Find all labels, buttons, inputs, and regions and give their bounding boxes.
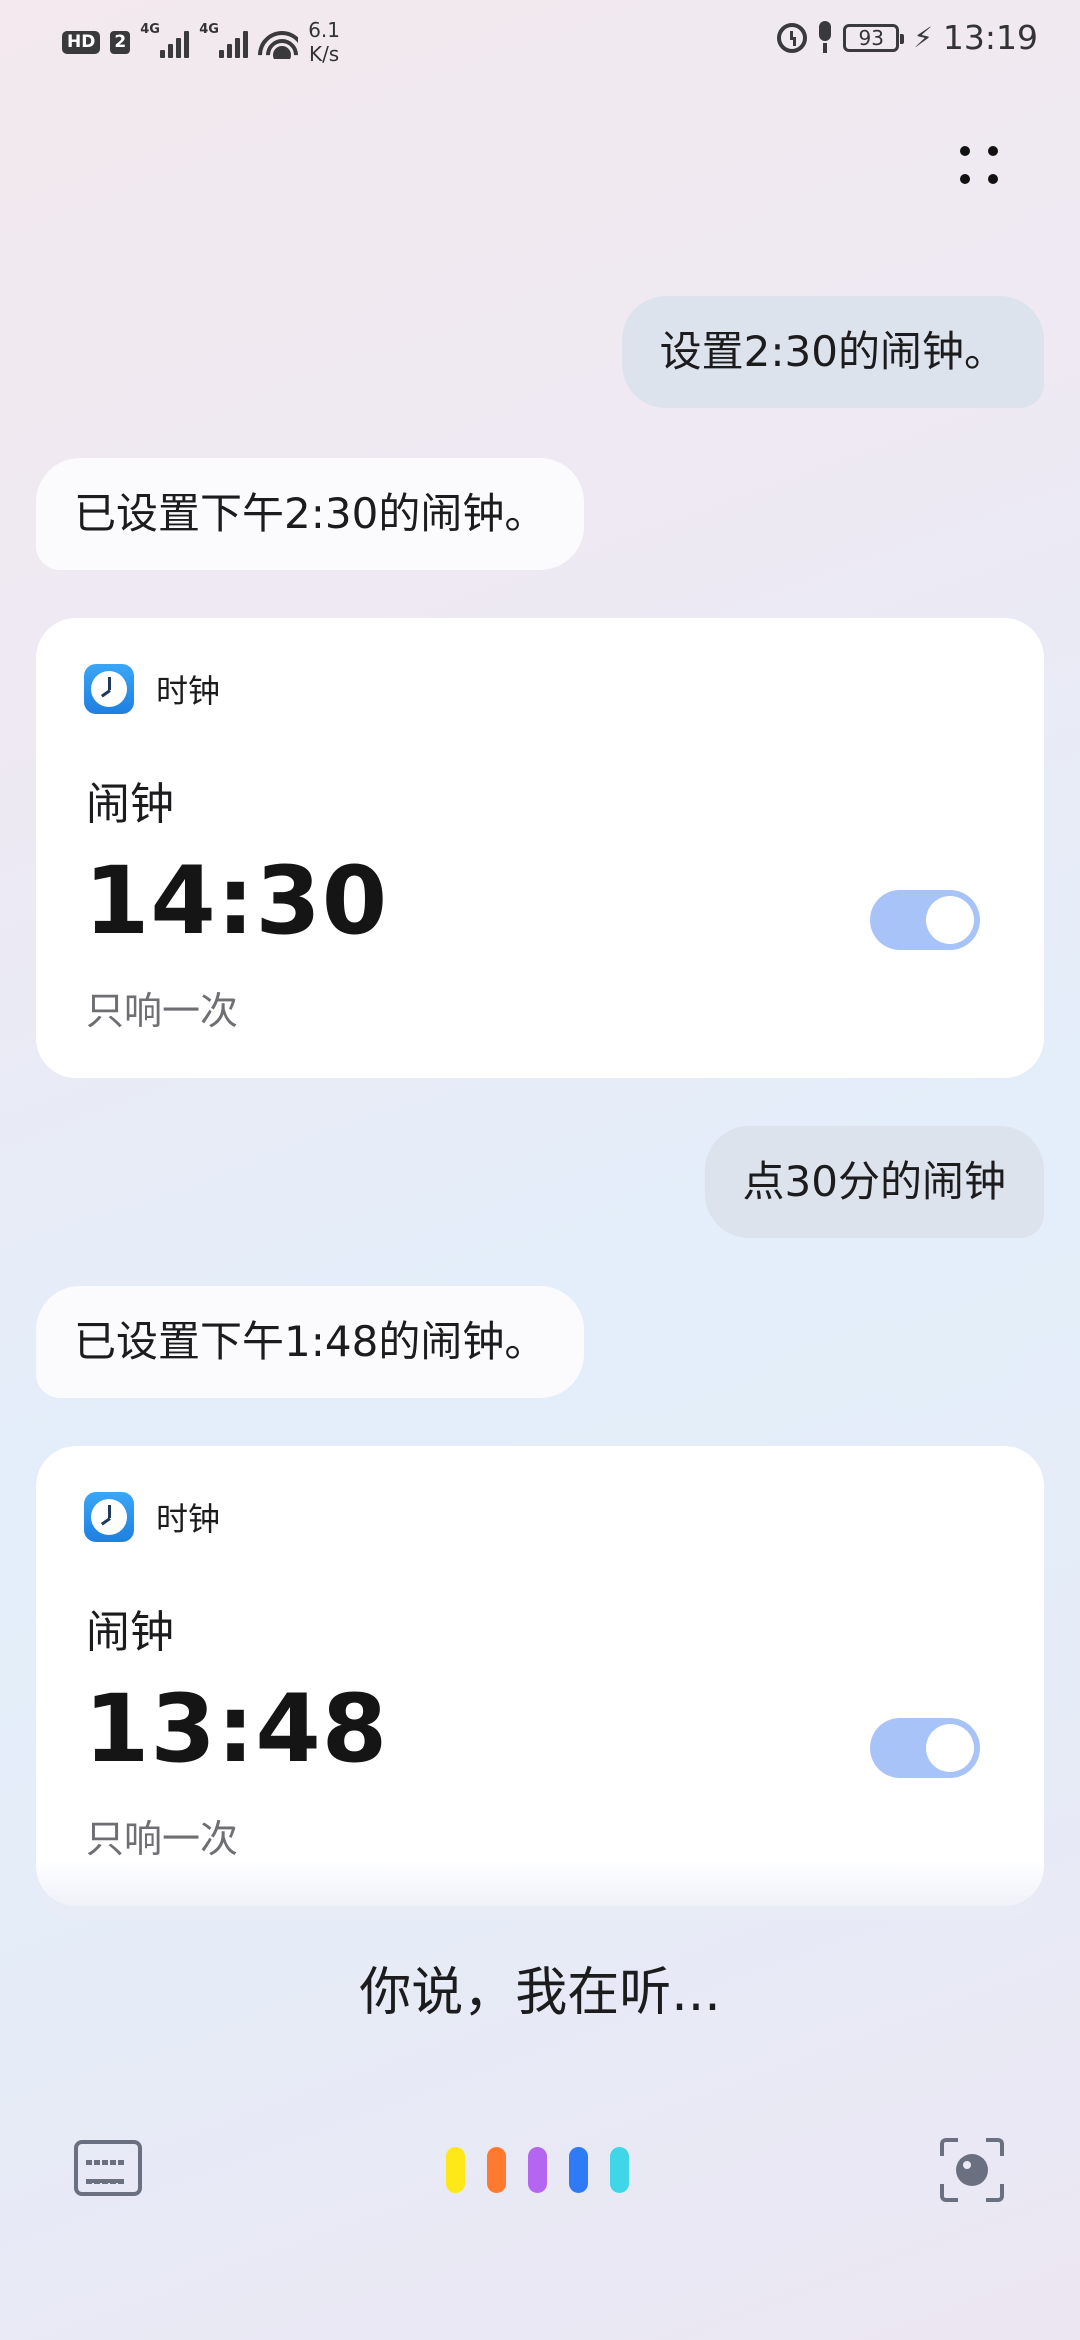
clock-app-icon bbox=[84, 664, 134, 714]
battery-icon: 93 bbox=[843, 23, 905, 52]
listening-prompt: 你说，我在听... bbox=[359, 1963, 721, 2023]
alarm-card[interactable]: 时钟 闹钟 14:30 只响一次 bbox=[36, 618, 1044, 1078]
status-bar: HD 2 4G 4G 6.1 K/s 93 ⚡ 13:19 bbox=[0, 0, 1080, 80]
microphone-icon bbox=[817, 20, 833, 55]
wave-bar bbox=[569, 2147, 588, 2193]
signal-icon: 4G bbox=[199, 22, 249, 58]
card-app-header: 时钟 bbox=[84, 664, 220, 714]
alarm-toggle[interactable] bbox=[870, 1718, 980, 1778]
scan-camera-icon[interactable] bbox=[940, 2138, 1004, 2202]
status-time: 13:19 bbox=[942, 18, 1038, 57]
alarm-time: 13:48 bbox=[84, 1675, 389, 1784]
alarm-card[interactable]: 时钟 闹钟 13:48 只响一次 bbox=[36, 1446, 1044, 1906]
scroll-fade bbox=[36, 1860, 1044, 1920]
charging-icon: ⚡ bbox=[913, 21, 933, 54]
wifi-icon bbox=[258, 25, 299, 59]
wave-bar bbox=[528, 2147, 547, 2193]
alarm-time: 14:30 bbox=[84, 847, 389, 956]
card-app-header: 时钟 bbox=[84, 1492, 220, 1542]
status-left: HD 2 4G 4G 6.1 K/s bbox=[62, 18, 340, 66]
wave-bar bbox=[446, 2147, 465, 2193]
alarm-repeat: 只响一次 bbox=[86, 989, 239, 1033]
card-app-name: 时钟 bbox=[156, 672, 221, 710]
alarm-clock-icon bbox=[777, 22, 808, 53]
user-message: 点30分的闹钟 bbox=[704, 1126, 1044, 1238]
alarm-repeat: 只响一次 bbox=[86, 1817, 239, 1861]
network-speed-unit: K/s bbox=[308, 42, 340, 66]
assistant-message: 已设置下午2:30的闹钟。 bbox=[36, 458, 585, 570]
wave-bar bbox=[610, 2147, 629, 2193]
network-speed: 6.1 K/s bbox=[308, 18, 340, 66]
hd-badge: HD bbox=[62, 30, 101, 54]
user-message: 设置2:30的闹钟。 bbox=[621, 296, 1044, 408]
card-title: 闹钟 bbox=[86, 1607, 174, 1658]
keyboard-icon[interactable] bbox=[74, 2140, 142, 2196]
signal-icon: 4G bbox=[140, 22, 190, 58]
alarm-toggle[interactable] bbox=[870, 890, 980, 950]
card-app-name: 时钟 bbox=[156, 1500, 221, 1538]
status-right: 93 ⚡ 13:19 bbox=[777, 18, 1038, 57]
wave-bar bbox=[487, 2147, 506, 2193]
voice-wave-indicator[interactable] bbox=[446, 2147, 629, 2193]
card-title: 闹钟 bbox=[86, 779, 174, 830]
clock-app-icon bbox=[84, 1492, 134, 1542]
sim-badge: 2 bbox=[110, 30, 131, 54]
network-speed-value: 6.1 bbox=[308, 18, 340, 42]
network-type-label: 4G bbox=[199, 22, 219, 37]
more-dots-icon[interactable] bbox=[952, 138, 1012, 198]
network-type-label: 4G bbox=[140, 22, 160, 37]
assistant-message: 已设置下午1:48的闹钟。 bbox=[36, 1286, 585, 1398]
